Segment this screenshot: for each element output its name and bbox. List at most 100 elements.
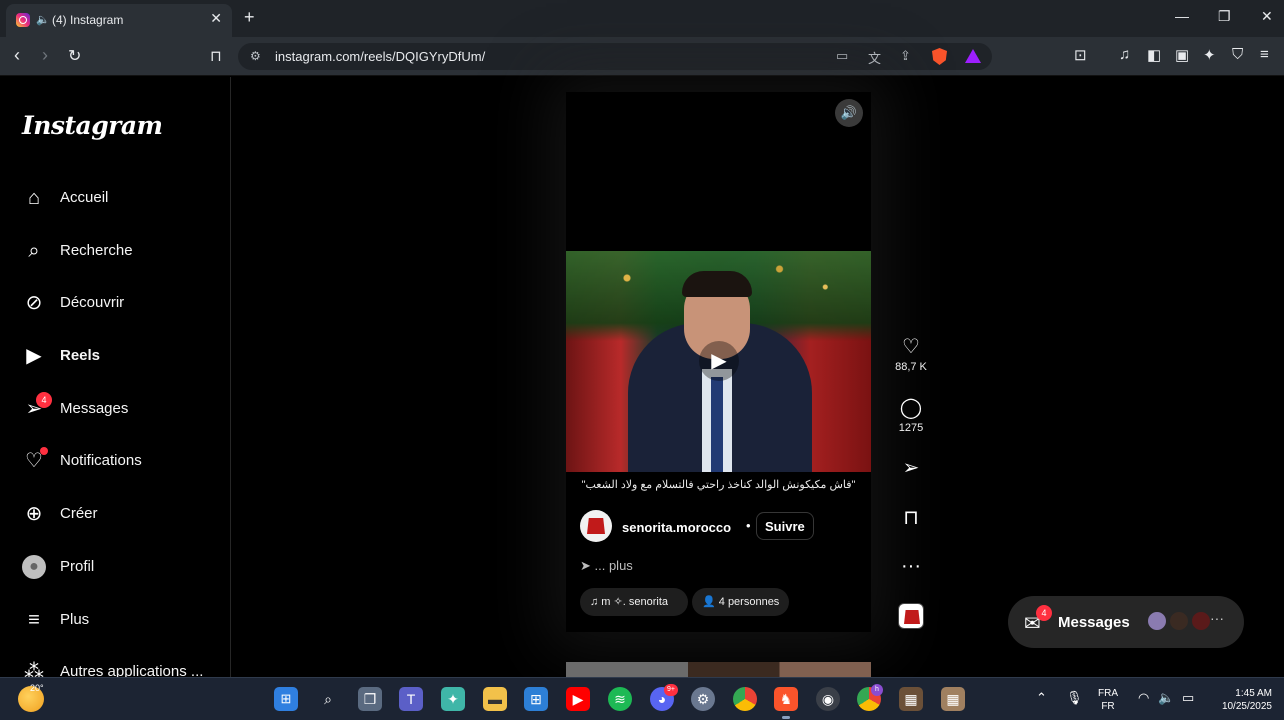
sidebar-item-label: Reels bbox=[60, 347, 101, 364]
system-clock[interactable]: 1:45 AM 10/25/2025 bbox=[1210, 687, 1272, 713]
battery-icon[interactable]: ▭ bbox=[1182, 690, 1194, 706]
brave-shields-icon[interactable] bbox=[932, 48, 947, 65]
save-button[interactable]: ⊓ bbox=[893, 506, 929, 530]
address-bar[interactable]: ⚙ instagram.com/reels/DQIGYryDfUm/ ▭ 文 ⇪ bbox=[238, 43, 992, 70]
screenshot-icon[interactable]: ⊡ bbox=[1074, 46, 1087, 64]
restore-icon[interactable]: ❐ bbox=[1218, 8, 1231, 25]
share-button[interactable]: ➢ bbox=[893, 456, 929, 480]
bookmark-page-icon[interactable]: ⊓ bbox=[210, 47, 222, 65]
wallet-icon[interactable]: ▣ bbox=[1175, 46, 1189, 64]
sidebar-item-notifications[interactable]: ♡ Notifications bbox=[0, 439, 231, 483]
clock-date: 10/25/2025 bbox=[1221, 701, 1272, 712]
teams-icon[interactable]: T bbox=[399, 687, 423, 711]
sidebar-item-label: Messages bbox=[60, 400, 129, 417]
person-icon: 👤 bbox=[702, 596, 719, 608]
task-view-icon[interactable]: ❐ bbox=[358, 687, 382, 711]
sidebar-item-search[interactable]: ⌕ Recherche bbox=[0, 229, 231, 273]
back-icon[interactable]: ‹ bbox=[14, 45, 20, 66]
clock-time: 1:45 AM bbox=[1235, 688, 1272, 699]
tab-title: (4) Instagram bbox=[52, 13, 124, 27]
comment-count: 1275 bbox=[898, 422, 924, 434]
obs-icon[interactable]: ◉ bbox=[816, 687, 840, 711]
apps-icon: ⁂ bbox=[24, 661, 44, 677]
forward-icon[interactable]: › bbox=[42, 45, 48, 66]
video-caption: "فاش مكيكونش الوالد كناخذ راحتي فالتسلام… bbox=[581, 479, 856, 491]
plus-square-icon: ⊕ bbox=[25, 503, 43, 525]
wifi-icon[interactable]: ◠ bbox=[1138, 690, 1149, 706]
author-username[interactable]: senorita.morocco bbox=[622, 520, 731, 535]
app-thumbnail-icon[interactable]: ▦ bbox=[899, 687, 923, 711]
brave-rewards-icon[interactable] bbox=[965, 49, 981, 63]
brave-icon[interactable]: ♞ bbox=[774, 687, 798, 711]
youtube-icon[interactable]: ▶ bbox=[566, 687, 590, 711]
chevron-up-icon[interactable]: ⌃ bbox=[1036, 690, 1047, 706]
tagged-people-label: 4 personnes bbox=[718, 596, 780, 608]
follow-button[interactable]: Suivre bbox=[756, 512, 814, 540]
cast-icon[interactable]: ▭ bbox=[836, 48, 848, 64]
browser-menu-icon[interactable]: ≡ bbox=[1260, 46, 1269, 63]
language-code: FRA bbox=[1098, 688, 1118, 699]
instagram-logo[interactable]: Instagram bbox=[22, 111, 163, 140]
microphone-icon[interactable]: 🎙 bbox=[1066, 690, 1083, 706]
translate-icon[interactable]: 文 bbox=[868, 48, 881, 67]
tagged-people-pill[interactable]: 👤 4 personnes bbox=[692, 588, 790, 616]
leo-ai-icon[interactable]: ✦ bbox=[1203, 46, 1216, 64]
messages-floating-button[interactable]: ✉ 4 Messages ··· bbox=[1008, 596, 1244, 648]
play-icon[interactable]: ▶ bbox=[699, 341, 739, 381]
notification-dot bbox=[40, 447, 48, 455]
sidebar-item-label: Notifications bbox=[60, 452, 142, 469]
app-thumbnail-icon[interactable]: ▦ bbox=[941, 687, 965, 711]
sidebar-item-home[interactable]: ⌂ Accueil bbox=[0, 176, 231, 220]
sidebar-toggle-icon[interactable]: ◧ bbox=[1147, 46, 1161, 64]
close-window-icon[interactable]: ✕ bbox=[1261, 8, 1273, 25]
next-reel-preview[interactable] bbox=[566, 662, 871, 677]
sidebar-item-other-apps[interactable]: ⁂ Autres applications ... bbox=[0, 650, 231, 677]
separator-dot: • bbox=[746, 518, 751, 533]
settings-icon[interactable]: ⚙ bbox=[691, 687, 715, 711]
minimize-icon[interactable]: — bbox=[1175, 8, 1189, 24]
language-indicator[interactable]: FRA FR bbox=[1098, 687, 1118, 713]
sidebar-item-label: Plus bbox=[60, 611, 90, 628]
vpn-icon[interactable]: ⛉ bbox=[1232, 46, 1243, 63]
author-avatar[interactable] bbox=[580, 510, 612, 542]
sidebar-item-profile[interactable]: ● Profil bbox=[0, 545, 231, 589]
volume-icon[interactable]: 🔊 bbox=[835, 99, 863, 127]
browser-toolbar: ‹ › ↻ ⊓ ⚙ instagram.com/reels/DQIGYryDfU… bbox=[0, 37, 1284, 76]
comment-icon: ◯ bbox=[899, 397, 923, 419]
spotify-icon[interactable]: ≋ bbox=[608, 687, 632, 711]
file-explorer-icon[interactable]: ▬ bbox=[483, 687, 507, 711]
windows-start-icon[interactable]: ⊞ bbox=[274, 687, 298, 711]
reload-icon[interactable]: ↻ bbox=[68, 46, 81, 66]
url-text[interactable]: instagram.com/reels/DQIGYryDfUm/ bbox=[275, 49, 485, 64]
more-options-button[interactable]: ··· bbox=[893, 554, 929, 578]
presenter-hair bbox=[682, 271, 752, 297]
chrome-icon[interactable] bbox=[733, 687, 757, 711]
reel-player[interactable]: 🔊 ▶ "فاش مكيكونش الوالد كناخذ راحتي فالت… bbox=[566, 92, 871, 632]
tab-audio-icon[interactable]: 🔈 bbox=[36, 13, 50, 26]
caption-more-link[interactable]: ➤ ... plus bbox=[580, 558, 633, 574]
like-button[interactable]: ♡ 88,7 K bbox=[893, 335, 929, 373]
audio-thumbnail[interactable] bbox=[898, 603, 924, 629]
reel-video[interactable]: ▶ bbox=[566, 251, 871, 472]
browser-tab-instagram[interactable]: 🔈 (4) Instagram ✕ bbox=[6, 4, 232, 37]
sidebar-item-more[interactable]: ≡ Plus bbox=[0, 598, 231, 642]
search-icon[interactable]: ⌕ bbox=[316, 687, 340, 711]
new-tab-button[interactable]: + bbox=[244, 7, 255, 28]
audio-pill[interactable]: ♫ m ✧. senorita bbox=[580, 588, 688, 616]
volume-icon[interactable]: 🔈 bbox=[1158, 690, 1174, 706]
sidebar-item-create[interactable]: ⊕ Créer bbox=[0, 492, 231, 536]
messages-badge: 4 bbox=[1036, 605, 1052, 621]
sidebar-item-reels[interactable]: ▶ Reels bbox=[0, 334, 231, 378]
compass-icon: ⊘ bbox=[25, 292, 43, 314]
close-tab-icon[interactable]: ✕ bbox=[210, 10, 222, 27]
sidebar-item-messages[interactable]: ➢ 4 Messages bbox=[0, 387, 231, 431]
sidebar-item-explore[interactable]: ⊘ Découvrir bbox=[0, 281, 231, 325]
conversation-avatar bbox=[1146, 610, 1168, 632]
microsoft-store-icon[interactable]: ⊞ bbox=[524, 687, 548, 711]
media-icon[interactable]: ♫ bbox=[1119, 46, 1130, 63]
site-info-icon[interactable]: ⚙ bbox=[250, 49, 261, 63]
share-icon[interactable]: ⇪ bbox=[900, 48, 911, 64]
copilot-icon[interactable]: ✦ bbox=[441, 687, 465, 711]
instagram-sidebar: Instagram ⌂ Accueil ⌕ Recherche ⊘ Découv… bbox=[0, 77, 231, 677]
comment-button[interactable]: ◯ 1275 bbox=[893, 396, 929, 434]
